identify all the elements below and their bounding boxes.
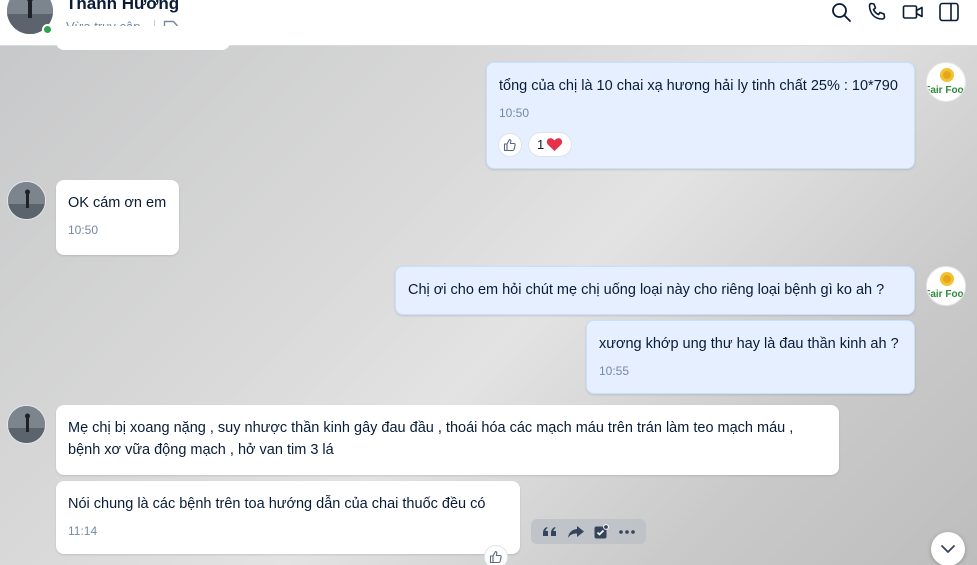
message-bubble-outgoing[interactable]: xương khớp ung thư hay là đau thần kinh … [586,320,915,394]
my-avatar[interactable]: Fair Food [926,62,966,102]
my-avatar[interactable]: Fair Food [926,266,966,306]
sidebar-toggle-icon[interactable] [938,1,960,23]
phone-icon[interactable] [866,1,888,23]
contact-name[interactable]: Thanh Hương [66,0,179,14]
quote-icon[interactable] [540,522,560,542]
task-icon[interactable] [591,522,611,542]
message-time: 10:55 [599,364,630,378]
logo-text: Fair Food [927,85,966,96]
message-time: 11:14 [68,524,98,538]
message-text: Nói chung là các bệnh trên toa hướng dẫn… [68,496,486,512]
chevron-down-icon [941,545,955,553]
video-call-icon[interactable] [902,1,924,23]
contact-avatar-small[interactable] [7,181,46,220]
message-bubble-outgoing[interactable]: Chị ơi cho em hỏi chút mẹ chị uống loại … [395,266,915,315]
message-bubble-incoming[interactable]: Mẹ chị bị xoang nặng , suy nhược thần ki… [56,405,839,475]
heart-icon [547,138,563,151]
reaction-count[interactable]: 1 [528,132,573,157]
message-text: tổng của chị là 10 chai xạ hương hải ly … [499,78,898,94]
reaction-count-value: 1 [537,137,545,152]
message-text-line-2: bệnh xơ vữa động mạch , hở van tim 3 lá [68,442,334,458]
search-icon[interactable] [830,1,852,23]
message-text: OK cám ơn em [68,195,167,211]
like-icon[interactable] [498,133,522,157]
share-icon[interactable] [566,522,586,542]
message-time: 10:50 [499,106,530,120]
scroll-to-bottom-button[interactable] [931,532,965,565]
logo-text: Fair Food [927,289,966,300]
online-status-dot [42,24,53,35]
more-icon[interactable] [617,522,637,542]
message-time: 10:50 [68,223,99,237]
message-actions-toolbar [531,519,646,544]
previous-message-bubble [56,26,230,50]
message-bubble-incoming[interactable]: Nói chung là các bệnh trên toa hướng dẫn… [56,481,520,554]
message-text: xương khớp ung thư hay là đau thần kinh … [599,336,899,352]
like-icon[interactable] [484,545,508,565]
message-text-line-1: Mẹ chị bị xoang nặng , suy nhược thần ki… [68,420,794,436]
message-bubble-incoming[interactable]: OK cám ơn em 10:50 [56,180,179,255]
message-text: Chị ơi cho em hỏi chút mẹ chị uống loại … [408,282,885,298]
contact-avatar-small[interactable] [7,405,46,444]
